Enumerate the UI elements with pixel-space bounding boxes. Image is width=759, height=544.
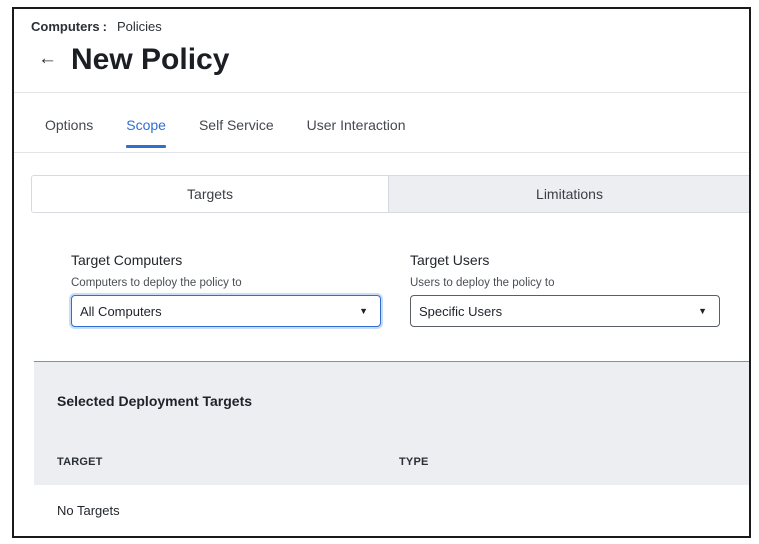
breadcrumb-separator: : xyxy=(102,19,107,34)
target-users-label: Target Users xyxy=(410,252,490,268)
tab-self-service[interactable]: Self Service xyxy=(199,117,274,148)
arrow-left-icon[interactable]: ← xyxy=(38,49,57,69)
tabs-divider xyxy=(14,152,749,153)
breadcrumb-computers[interactable]: Computers xyxy=(31,19,100,34)
policy-tabs: Options Scope Self Service User Interact… xyxy=(45,117,438,148)
target-computers-value: All Computers xyxy=(80,303,162,319)
caret-down-icon: ▼ xyxy=(359,306,368,316)
deployment-targets-panel: Selected Deployment Targets TARGET TYPE xyxy=(34,362,749,485)
deployment-targets-title: Selected Deployment Targets xyxy=(57,393,253,409)
breadcrumb-policies[interactable]: Policies xyxy=(117,19,162,34)
scope-segmented-control: Targets Limitations xyxy=(31,175,749,213)
segment-targets[interactable]: Targets xyxy=(32,176,389,212)
empty-state-text: No Targets xyxy=(57,503,120,518)
target-users-select[interactable]: Specific Users ▼ xyxy=(410,295,720,327)
target-computers-help: Computers to deploy the policy to xyxy=(71,277,242,289)
segment-limitations[interactable]: Limitations xyxy=(389,176,749,212)
target-computers-select[interactable]: All Computers ▼ xyxy=(71,295,381,327)
column-header-type[interactable]: TYPE xyxy=(399,456,429,468)
caret-down-icon: ▼ xyxy=(698,306,707,316)
tab-scope[interactable]: Scope xyxy=(126,117,166,148)
tab-user-interaction[interactable]: User Interaction xyxy=(307,117,406,148)
page-title: New Policy xyxy=(71,43,230,76)
breadcrumb: Computers: Policies xyxy=(31,19,162,34)
app-frame: Computers: Policies ← New Policy Options … xyxy=(12,7,751,538)
target-users-help: Users to deploy the policy to xyxy=(410,277,555,289)
target-users-value: Specific Users xyxy=(419,303,503,319)
tab-options[interactable]: Options xyxy=(45,117,93,148)
target-computers-label: Target Computers xyxy=(71,252,183,268)
header-divider xyxy=(14,92,749,93)
column-header-target[interactable]: TARGET xyxy=(57,456,103,468)
